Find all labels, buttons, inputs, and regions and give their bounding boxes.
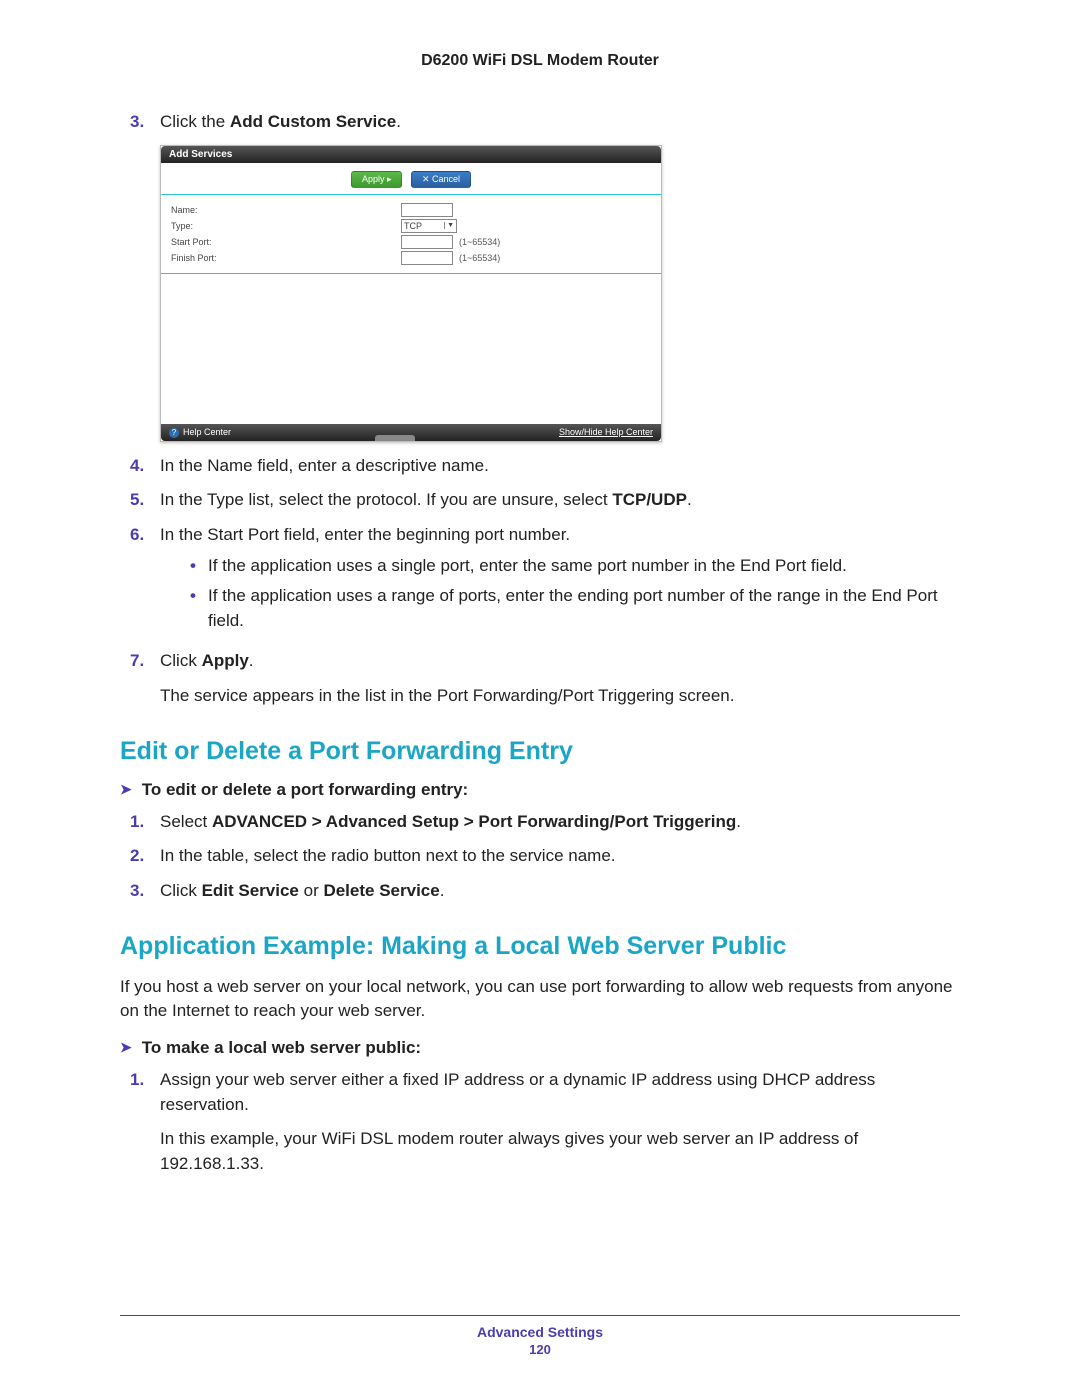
step-3: 3. Click the Add Custom Service.	[130, 110, 960, 135]
show-hide-help-link[interactable]: Show/Hide Help Center	[559, 427, 653, 437]
step-number: 5.	[130, 488, 160, 513]
step-text: In the Name field, enter a descriptive n…	[160, 454, 960, 479]
step-text: In the Start Port field, enter the begin…	[160, 523, 960, 640]
step-1-after: In this example, your WiFi DSL modem rou…	[160, 1127, 960, 1176]
document-page: D6200 WiFi DSL Modem Router 3. Click the…	[0, 0, 1080, 1397]
step-number: 7.	[130, 649, 160, 674]
cancel-button[interactable]: ✕ Cancel	[411, 171, 471, 188]
sub-bullets: If the application uses a single port, e…	[190, 554, 960, 634]
steps-edit-delete: 1. Select ADVANCED > Advanced Setup > Po…	[130, 810, 960, 904]
footer-section: Advanced Settings	[120, 1324, 960, 1340]
section-heading-edit-delete: Edit or Delete a Port Forwarding Entry	[120, 737, 960, 766]
input-start-port[interactable]	[401, 235, 453, 249]
chevron-down-icon: ▼	[444, 222, 454, 229]
step-text: Assign your web server either a fixed IP…	[160, 1068, 960, 1117]
chevron-right-icon: ➤	[120, 1039, 132, 1056]
steps-list: 3. Click the Add Custom Service.	[130, 110, 960, 135]
label-start-port: Start Port:	[171, 237, 401, 247]
step-number: 6.	[130, 523, 160, 548]
step-number: 2.	[130, 844, 160, 869]
bullet-1: If the application uses a single port, e…	[190, 554, 960, 579]
label-finish-port: Finish Port:	[171, 253, 401, 263]
steps-list-cont: 4. In the Name field, enter a descriptiv…	[130, 454, 960, 674]
select-value: TCP	[404, 221, 422, 231]
step-text: Select ADVANCED > Advanced Setup > Port …	[160, 810, 960, 835]
step-text: Click Edit Service or Delete Service.	[160, 879, 960, 904]
ui-form: Name: Type: TCP ▼ Start Port: (1~65534) …	[161, 195, 661, 274]
step-7: 7. Click Apply.	[130, 649, 960, 674]
step-5: 5. In the Type list, select the protocol…	[130, 488, 960, 513]
label-type: Type:	[171, 221, 401, 231]
step-text: Click the Add Custom Service.	[160, 110, 960, 135]
procedure-heading: ➤To make a local web server public:	[120, 1038, 960, 1058]
hint-finish: (1~65534)	[459, 253, 500, 263]
step-1: 1. Assign your web server either a fixed…	[130, 1068, 960, 1117]
step-text: In the table, select the radio button ne…	[160, 844, 960, 869]
step-4: 4. In the Name field, enter a descriptiv…	[130, 454, 960, 479]
router-ui-screenshot: Add Services Apply ▸ ✕ Cancel Name: Type…	[160, 145, 662, 442]
step-number: 4.	[130, 454, 160, 479]
section-intro: If you host a web server on your local n…	[120, 975, 960, 1024]
ui-footer: ?Help Center Show/Hide Help Center	[161, 424, 661, 441]
drag-handle-icon[interactable]	[375, 435, 415, 441]
step-text: In the Type list, select the protocol. I…	[160, 488, 960, 513]
chevron-right-icon: ➤	[120, 781, 132, 798]
help-center-link[interactable]: ?Help Center	[169, 427, 231, 438]
section-heading-app-example: Application Example: Making a Local Web …	[120, 932, 960, 961]
label-name: Name:	[171, 205, 401, 215]
step-number: 1.	[130, 1068, 160, 1093]
step-2: 2. In the table, select the radio button…	[130, 844, 960, 869]
step-text: Click Apply.	[160, 649, 960, 674]
footer-page-number: 120	[120, 1342, 960, 1357]
row-start-port: Start Port: (1~65534)	[171, 235, 651, 249]
running-header: D6200 WiFi DSL Modem Router	[120, 52, 960, 70]
apply-button[interactable]: Apply ▸	[351, 171, 403, 188]
input-finish-port[interactable]	[401, 251, 453, 265]
page-footer: Advanced Settings 120	[120, 1315, 960, 1357]
steps-webserver: 1. Assign your web server either a fixed…	[130, 1068, 960, 1117]
step-number: 1.	[130, 810, 160, 835]
ui-body-spacer	[161, 274, 661, 424]
step-3: 3. Click Edit Service or Delete Service.	[130, 879, 960, 904]
procedure-heading: ➤To edit or delete a port forwarding ent…	[120, 780, 960, 800]
step-6: 6. In the Start Port field, enter the be…	[130, 523, 960, 640]
help-icon: ?	[169, 428, 179, 438]
input-name[interactable]	[401, 203, 453, 217]
row-name: Name:	[171, 203, 651, 217]
bullet-2: If the application uses a range of ports…	[190, 584, 960, 633]
step-1: 1. Select ADVANCED > Advanced Setup > Po…	[130, 810, 960, 835]
footer-rule	[120, 1315, 960, 1316]
step-7-after: The service appears in the list in the P…	[160, 684, 960, 709]
ui-title: Add Services	[161, 146, 661, 163]
ui-button-row: Apply ▸ ✕ Cancel	[161, 163, 661, 195]
hint-start: (1~65534)	[459, 237, 500, 247]
step-number: 3.	[130, 879, 160, 904]
select-type[interactable]: TCP ▼	[401, 219, 457, 233]
row-finish-port: Finish Port: (1~65534)	[171, 251, 651, 265]
step-number: 3.	[130, 110, 160, 135]
row-type: Type: TCP ▼	[171, 219, 651, 233]
